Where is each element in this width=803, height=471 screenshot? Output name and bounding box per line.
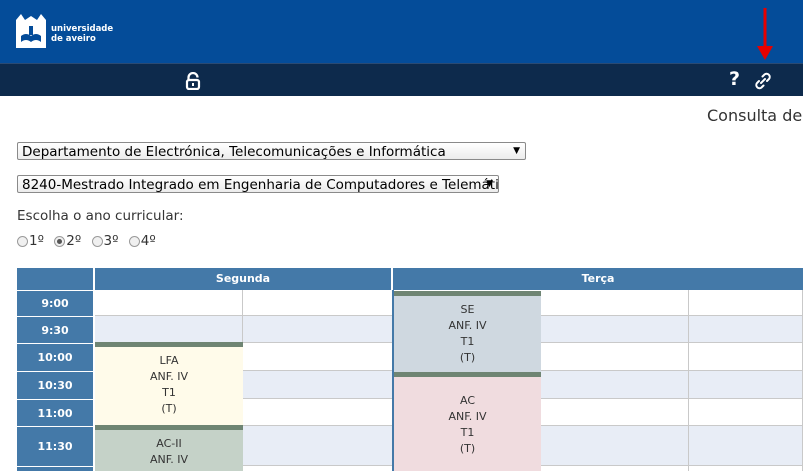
table-cell (243, 399, 393, 426)
class-subject: AC (459, 394, 475, 407)
time-slot: 9:00 (17, 290, 93, 316)
table-cell (541, 399, 689, 426)
class-subject: LFA (159, 354, 179, 367)
table-cell (243, 371, 393, 399)
page-title: Consulta de (707, 106, 803, 125)
class-room: ANF. IV (149, 453, 189, 466)
time-slot: 10:00 (17, 343, 93, 371)
radio-1-icon[interactable] (17, 235, 28, 247)
day-header-segunda: Segunda (95, 268, 391, 290)
chevron-down-icon: ▼ (486, 179, 493, 189)
table-cell (541, 343, 689, 371)
class-block-se[interactable]: SE ANF. IV T1 (T) (394, 291, 541, 372)
class-type: (T) (161, 402, 177, 415)
time-slot: 11:00 (17, 399, 93, 426)
department-select-value: Departamento de Electrónica, Telecomunic… (22, 144, 446, 160)
year-radio-group: 1º 2º 3º 4º (17, 233, 162, 251)
table-cell (541, 426, 689, 466)
table-cell (541, 466, 689, 471)
year-radio-1-label: 1º (29, 233, 44, 249)
help-icon[interactable]: ? (729, 68, 740, 90)
table-cell (243, 426, 393, 466)
class-subject: SE (460, 303, 475, 316)
class-block-ac[interactable]: AC ANF. IV T1 (T) (394, 372, 541, 471)
class-type: (T) (459, 442, 476, 455)
year-radio-4[interactable]: 4º (128, 233, 156, 249)
nav-bar: ? (0, 63, 803, 96)
table-cell (689, 343, 803, 371)
table-cell (541, 371, 689, 399)
red-arrow-icon (757, 8, 773, 60)
timetable: Segunda Terça 9:00 9:30 10:00 10:30 11:0… (17, 268, 803, 471)
table-cell (243, 290, 393, 316)
table-cell (689, 399, 803, 426)
time-slot: 10:30 (17, 371, 93, 399)
year-radio-1[interactable]: 1º (17, 233, 44, 249)
course-select-value: 8240-Mestrado Integrado em Engenharia de… (22, 177, 499, 193)
course-select[interactable]: 8240-Mestrado Integrado em Engenharia de… (17, 175, 499, 193)
unlock-icon[interactable] (184, 72, 202, 90)
table-cell (689, 371, 803, 399)
class-type: (T) (459, 351, 476, 364)
brand-bar: universidade de aveiro (0, 0, 803, 63)
year-radio-4-label: 4º (140, 233, 156, 249)
class-block-lfa[interactable]: LFA ANF. IV T1 (T) (95, 342, 243, 426)
year-radio-3[interactable]: 3º (91, 233, 119, 249)
table-cell (95, 290, 243, 316)
time-slot (17, 466, 93, 471)
class-room: ANF. IV (149, 370, 189, 383)
year-radio-2-label: 2º (66, 233, 82, 249)
table-cell (541, 290, 689, 316)
class-turno: T1 (460, 426, 475, 439)
day-header-terca: Terça (393, 268, 803, 290)
class-room: ANF. IV (448, 319, 487, 332)
link-icon[interactable] (752, 71, 774, 91)
corner-header (17, 268, 93, 290)
logo-line-1: universidade (51, 24, 114, 34)
table-cell (689, 466, 803, 471)
year-label: Escolha o ano curricular: (17, 208, 184, 224)
class-turno: T1 (162, 386, 176, 399)
time-slot: 9:30 (17, 316, 93, 343)
radio-2-icon[interactable] (54, 235, 66, 247)
table-cell (243, 343, 393, 371)
logo-line-2: de aveiro (51, 34, 96, 44)
class-turno: T1 (460, 335, 475, 348)
year-radio-3-label: 3º (103, 233, 119, 249)
time-slot: 11:30 (17, 426, 93, 466)
radio-4-icon[interactable] (128, 235, 140, 247)
department-select[interactable]: Departamento de Electrónica, Telecomunic… (17, 142, 526, 160)
table-cell (541, 316, 689, 343)
radio-3-icon[interactable] (91, 235, 103, 247)
ua-logo-icon[interactable] (16, 14, 46, 48)
table-cell (689, 316, 803, 343)
class-room: ANF. IV (448, 410, 487, 423)
table-cell (243, 466, 393, 471)
class-subject: AC-II (156, 437, 182, 450)
year-radio-2[interactable]: 2º (54, 233, 81, 249)
table-cell (689, 426, 803, 466)
table-cell (243, 316, 393, 343)
table-cell (95, 316, 243, 343)
table-cell (689, 290, 803, 316)
chevron-down-icon: ▼ (513, 146, 520, 156)
class-block-ac-ii[interactable]: AC-II ANF. IV (95, 425, 243, 471)
logo-text[interactable]: universidade de aveiro (51, 24, 113, 44)
